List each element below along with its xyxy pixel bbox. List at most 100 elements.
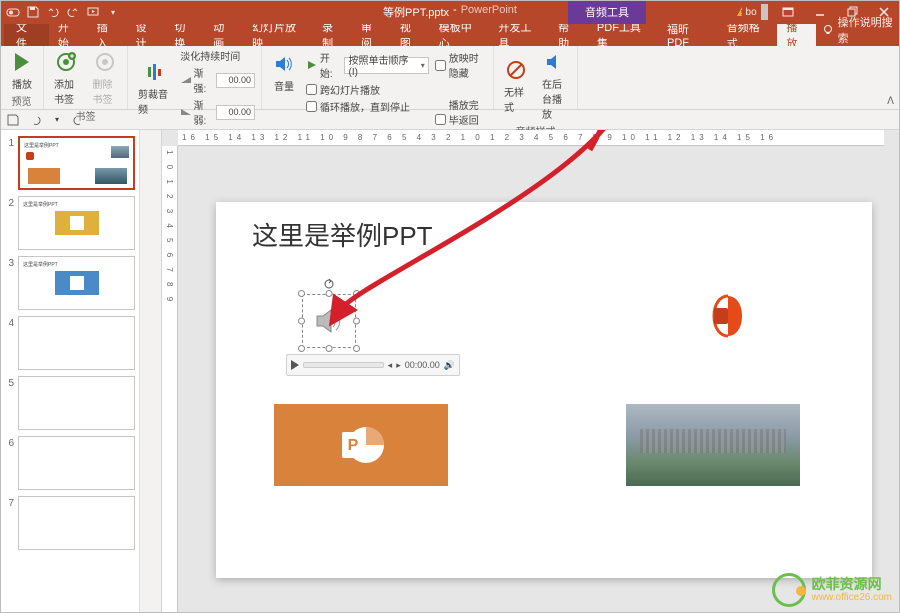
tab-insert[interactable]: 插入 (88, 24, 127, 46)
collapse-ribbon-icon[interactable]: ᐱ (887, 96, 894, 107)
user-account[interactable]: bo (736, 0, 768, 24)
skip-back-icon[interactable]: ◂ (388, 360, 393, 371)
playback-time: 00:00.00 (405, 360, 440, 370)
add-bookmark-button[interactable]: 添加书签 (50, 48, 83, 108)
tab-review[interactable]: 审阅 (352, 24, 391, 46)
speaker-icon (313, 305, 345, 337)
thumbnail-3[interactable]: 3 这里是举例PPT (4, 256, 135, 310)
tab-slideshow[interactable]: 幻灯片放映 (243, 24, 313, 46)
fadein-input[interactable]: 00.00 (216, 73, 255, 88)
save-icon[interactable] (26, 5, 40, 19)
tab-design[interactable]: 设计 (127, 24, 166, 46)
background-play-button[interactable]: 在后台播放 (538, 48, 571, 123)
slide-editor[interactable]: 16 15 14 13 12 11 10 9 8 7 6 5 4 3 2 1 0… (140, 130, 900, 613)
group-audio-styles: 无样式 在后台播放 音频样式 (494, 46, 578, 109)
svg-text:P: P (348, 437, 359, 454)
undo-icon[interactable] (28, 113, 42, 127)
tab-audio-format[interactable]: 音频格式 (718, 24, 778, 46)
start-icon (306, 59, 317, 71)
tab-record[interactable]: 录制 (313, 24, 352, 46)
watermark-url: www.office26.com (812, 592, 892, 603)
powerpoint-card[interactable]: P (274, 404, 448, 486)
qat-more-icon[interactable]: ▾ (106, 5, 120, 19)
fadein-icon (180, 75, 190, 85)
tab-developer[interactable]: 开发工具 (489, 24, 549, 46)
group-preview: 播放 预览 (0, 46, 44, 109)
filename: 等例PPT.pptx (383, 4, 449, 20)
slide-canvas[interactable]: 这里是举例PPT ◂ ▸ 00:00.00 🔊 (216, 202, 872, 578)
outline-gutter (140, 130, 162, 613)
fadeout-input[interactable]: 00.00 (216, 105, 255, 120)
start-dropdown[interactable]: 按照单击顺序(I) (344, 57, 429, 74)
group-editing: 剪裁音频 淡化持续时间 渐强: 00.00 渐弱: 00.00 编辑 (128, 46, 262, 109)
tab-playback[interactable]: 播放 (777, 24, 816, 46)
tab-view[interactable]: 视图 (391, 24, 430, 46)
slide-number: 4 (4, 316, 14, 370)
tab-file[interactable]: 文件 (4, 24, 49, 46)
rotate-handle-icon[interactable] (323, 278, 335, 290)
play-button[interactable]: 播放 (6, 48, 38, 93)
tab-home[interactable]: 开始 (49, 24, 88, 46)
save-icon[interactable] (6, 113, 20, 127)
thumbnail-1[interactable]: 1 这里是举例PPT (4, 136, 135, 190)
group-audio-options: 音量 开始: 按照单击顺序(I) 跨幻灯片播放 循环播放，直到停止 放映时隐藏 … (262, 46, 494, 109)
tab-foxit[interactable]: 福昕PDF (658, 24, 718, 46)
watermark-title: 欧菲资源网 (812, 577, 892, 592)
ribbon-tabs: 文件 开始 插入 设计 切换 动画 幻灯片放映 录制 审阅 视图 模板中心 开发… (0, 24, 900, 46)
thumbnail-6[interactable]: 6 (4, 436, 135, 490)
skip-fwd-icon[interactable]: ▸ (396, 360, 401, 371)
play-icon (10, 50, 34, 74)
workspace: 1 这里是举例PPT 2 这里是举例PPT 3 这里是举例PPT 4 5 6 7… (0, 130, 900, 613)
thumbnail-7[interactable]: 7 (4, 496, 135, 550)
ribbon-display-icon[interactable] (772, 0, 804, 24)
ribbon: 播放 预览 添加书签 删除书签 书签 剪裁音频 淡化持续时间 (0, 46, 900, 110)
remove-bookmark-button[interactable]: 删除书签 (89, 48, 122, 108)
loop-checkbox[interactable]: 循环播放，直到停止 (306, 99, 429, 114)
play-icon[interactable] (291, 360, 299, 370)
background-icon (543, 50, 567, 74)
horizontal-ruler: 16 15 14 13 12 11 10 9 8 7 6 5 4 3 2 1 0… (178, 130, 884, 146)
city-image[interactable] (626, 404, 800, 486)
watermark: 欧菲资源网 www.office26.com (772, 573, 892, 607)
thumbnail-4[interactable]: 4 (4, 316, 135, 370)
tab-template[interactable]: 模板中心 (430, 24, 490, 46)
bookmark-add-icon (54, 50, 78, 74)
audio-playback-bar[interactable]: ◂ ▸ 00:00.00 🔊 (286, 354, 460, 376)
audio-object-selected[interactable] (302, 294, 356, 348)
volume-button[interactable]: 音量 (268, 50, 300, 95)
quick-access-toolbar: ▾ (0, 5, 126, 19)
group-bookmarks: 添加书签 删除书签 书签 (44, 46, 128, 109)
slide-number: 2 (4, 196, 14, 250)
avatar (761, 4, 768, 20)
tell-me[interactable]: 操作说明搜索 (822, 14, 900, 46)
tab-transitions[interactable]: 切换 (165, 24, 204, 46)
tab-animations[interactable]: 动画 (204, 24, 243, 46)
across-slides-checkbox[interactable]: 跨幻灯片播放 (306, 82, 429, 97)
tab-pdf[interactable]: PDF工具集 (588, 24, 658, 46)
warning-icon (736, 6, 742, 18)
volume-icon (272, 52, 296, 76)
slideshow-icon[interactable] (86, 5, 100, 19)
thumbnail-2[interactable]: 2 这里是举例PPT (4, 196, 135, 250)
tab-help[interactable]: 帮助 (549, 24, 588, 46)
no-style-button[interactable]: 无样式 (500, 56, 532, 116)
fade-title: 淡化持续时间 (180, 48, 255, 63)
slide-thumbnails-pane[interactable]: 1 这里是举例PPT 2 这里是举例PPT 3 这里是举例PPT 4 5 6 7 (0, 130, 140, 613)
hide-checkbox[interactable]: 放映时隐藏 (435, 50, 487, 80)
seek-track[interactable] (303, 362, 384, 368)
slide-number: 3 (4, 256, 14, 310)
slide-title[interactable]: 这里是举例PPT (252, 216, 433, 253)
bulb-icon (822, 24, 833, 36)
undo-icon[interactable] (46, 5, 60, 19)
slide-number: 1 (4, 136, 14, 190)
trim-audio-button[interactable]: 剪裁音频 (134, 58, 176, 118)
redo-icon[interactable] (66, 5, 80, 19)
fadeout-icon (180, 107, 190, 117)
thumbnail-5[interactable]: 5 (4, 376, 135, 430)
mute-icon[interactable]: 🔊 (444, 360, 455, 371)
powerpoint-icon: P (336, 420, 386, 470)
slide-number: 7 (4, 496, 14, 550)
office-logo-icon[interactable] (704, 292, 752, 340)
app-name: PowerPoint (461, 4, 517, 20)
autosave-toggle[interactable] (6, 5, 20, 19)
